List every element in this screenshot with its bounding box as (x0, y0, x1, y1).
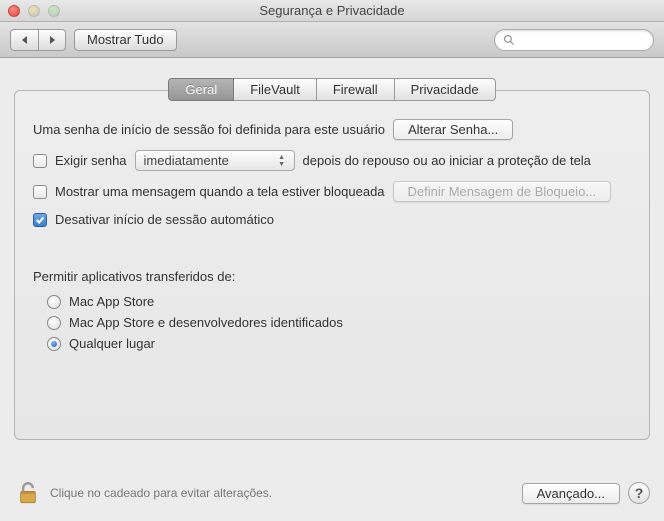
allow-apps-mas-radio[interactable] (47, 295, 61, 309)
tab-general[interactable]: Geral (168, 78, 234, 101)
tab-privacy[interactable]: Privacidade (395, 78, 496, 101)
window-title: Segurança e Privacidade (0, 3, 664, 18)
general-panel: Uma senha de início de sessão foi defini… (14, 90, 650, 440)
nav-buttons (10, 29, 66, 51)
toolbar: Mostrar Tudo (0, 22, 664, 58)
traffic-lights (8, 5, 60, 17)
chevron-updown-icon: ▲▼ (274, 153, 290, 168)
allow-apps-anywhere-label: Qualquer lugar (69, 336, 155, 351)
tab-row: Geral FileVault Firewall Privacidade (14, 78, 650, 101)
back-button[interactable] (10, 29, 38, 51)
lock-text: Clique no cadeado para evitar alterações… (50, 486, 514, 500)
require-password-delay-select[interactable]: imediatamente ▲▼ (135, 150, 295, 171)
titlebar: Segurança e Privacidade (0, 0, 664, 22)
password-set-text: Uma senha de início de sessão foi defini… (33, 122, 385, 137)
require-password-checkbox[interactable] (33, 154, 47, 168)
search-input[interactable] (494, 29, 654, 51)
show-lock-message-checkbox[interactable] (33, 185, 47, 199)
allow-apps-identified-radio[interactable] (47, 316, 61, 330)
show-all-label: Mostrar Tudo (87, 32, 164, 47)
disable-auto-login-checkbox[interactable] (33, 213, 47, 227)
disable-auto-login-label: Desativar início de sessão automático (55, 212, 274, 227)
require-password-label-after: depois do repouso ou ao iniciar a proteç… (303, 153, 591, 168)
set-lock-message-button[interactable]: Definir Mensagem de Bloqueio... (393, 181, 612, 202)
minimize-window-button[interactable] (28, 5, 40, 17)
forward-button[interactable] (38, 29, 66, 51)
help-button[interactable]: ? (628, 482, 650, 504)
require-password-label-before: Exigir senha (55, 153, 127, 168)
allow-apps-heading: Permitir aplicativos transferidos de: (33, 269, 235, 284)
tab-filevault[interactable]: FileVault (234, 78, 317, 101)
advanced-button[interactable]: Avançado... (522, 483, 620, 504)
tab-firewall[interactable]: Firewall (317, 78, 395, 101)
allow-apps-identified-label: Mac App Store e desenvolvedores identifi… (69, 315, 343, 330)
footer: Clique no cadeado para evitar alterações… (0, 471, 664, 521)
change-password-button[interactable]: Alterar Senha... (393, 119, 513, 140)
show-lock-message-label: Mostrar uma mensagem quando a tela estiv… (55, 184, 385, 199)
allow-apps-mas-label: Mac App Store (69, 294, 154, 309)
close-window-button[interactable] (8, 5, 20, 17)
allow-apps-anywhere-radio[interactable] (47, 337, 61, 351)
zoom-window-button[interactable] (48, 5, 60, 17)
lock-icon[interactable] (14, 479, 42, 507)
search-icon (503, 34, 515, 46)
show-all-button[interactable]: Mostrar Tudo (74, 29, 177, 51)
